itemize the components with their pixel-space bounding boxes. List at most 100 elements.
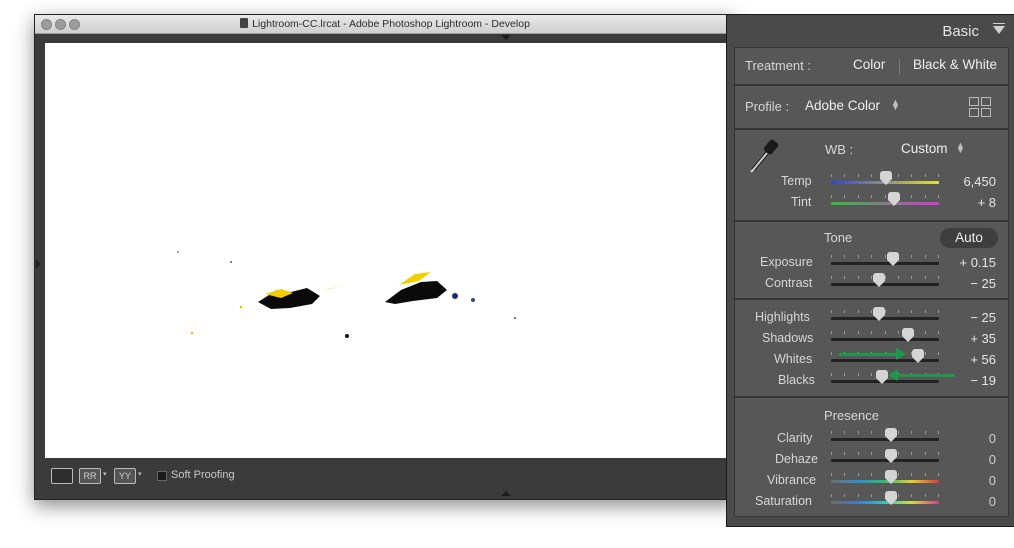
left-panel-toggle-icon[interactable]	[36, 259, 41, 269]
blacks-tick	[858, 373, 859, 376]
treatment-label: Treatment :	[745, 58, 811, 73]
exposure-tick	[938, 255, 939, 258]
window-title: Lightroom-CC.lrcat - Adobe Photoshop Lig…	[35, 15, 735, 33]
whites-tick	[938, 352, 939, 355]
photo-canvas[interactable]	[45, 43, 735, 458]
contrast-tick	[871, 276, 872, 279]
clarity-tick	[844, 431, 845, 434]
shadow-clipping-blobs	[177, 251, 516, 338]
blacks-tick	[871, 373, 872, 376]
profile-dropdown-arrows-icon[interactable]: ▲ ▼	[891, 98, 900, 112]
shadows-tick	[871, 331, 872, 334]
tint-tick	[844, 195, 845, 198]
temp-tick	[938, 174, 939, 177]
top-panel-toggle-icon[interactable]	[501, 35, 511, 40]
tint-tick	[938, 195, 939, 198]
tone-range-section: Highlights − 25 Shadows + 35 Whites + 56…	[734, 299, 1009, 397]
auto-tone-button[interactable]: Auto	[940, 228, 998, 248]
dehaze-tick	[871, 452, 872, 455]
exposure-tick	[871, 255, 872, 258]
exposure-tick	[885, 255, 886, 258]
wb-dropdown-arrows-icon[interactable]: ▲ ▼	[956, 141, 965, 155]
dehaze-slider[interactable]	[831, 449, 939, 463]
blacks-label: Blacks	[778, 373, 815, 387]
contrast-tick	[911, 276, 912, 279]
shadows-value[interactable]: + 35	[970, 331, 996, 346]
highlights-tick	[858, 310, 859, 313]
shadows-tick	[831, 331, 832, 334]
contrast-slider[interactable]	[831, 273, 939, 287]
temp-tick	[871, 174, 872, 177]
exposure-slider[interactable]	[831, 252, 939, 266]
title-bar[interactable]: Lightroom-CC.lrcat - Adobe Photoshop Lig…	[35, 15, 735, 34]
vibrance-label: Vibrance	[767, 473, 817, 487]
yy-view-button[interactable]: YY	[114, 468, 136, 484]
tint-tick	[871, 195, 872, 198]
vibrance-tick	[911, 473, 912, 476]
loupe-view-button[interactable]	[51, 468, 73, 484]
profile-browser-grid-icon[interactable]	[969, 97, 991, 117]
clarity-label: Clarity	[777, 431, 813, 445]
panel-title: Basic	[942, 23, 979, 40]
shadows-tick	[925, 331, 926, 334]
dehaze-label: Dehaze	[775, 452, 819, 466]
whites-value[interactable]: + 56	[970, 352, 996, 367]
tone-label: Tone	[824, 230, 853, 245]
yy-dropdown-icon[interactable]: ▾	[138, 470, 142, 478]
exposure-tick	[831, 255, 832, 258]
saturation-slider[interactable]	[831, 491, 939, 505]
dehaze-tick	[925, 452, 926, 455]
highlights-slider[interactable]	[831, 307, 939, 321]
basic-panel-header[interactable]: Basic	[727, 15, 1014, 47]
treatment-section: Treatment : Color Black & White	[734, 47, 1009, 85]
wb-eyedropper-icon[interactable]	[743, 136, 783, 176]
highlights-value[interactable]: − 25	[970, 310, 996, 325]
temp-tick	[925, 174, 926, 177]
saturation-tick	[911, 494, 912, 497]
exposure-value[interactable]: + 0.15	[959, 255, 996, 270]
tint-label: Tint	[791, 195, 812, 209]
treatment-color-option[interactable]: Color	[853, 57, 885, 72]
treatment-bw-option[interactable]: Black & White	[913, 57, 997, 72]
clarity-slider[interactable]	[831, 428, 939, 442]
saturation-tick	[938, 494, 939, 497]
vibrance-slider[interactable]	[831, 470, 939, 484]
collapse-panel-icon[interactable]	[993, 23, 1005, 34]
bottom-panel-toggle-icon[interactable]	[501, 491, 511, 496]
temp-tick	[831, 174, 832, 177]
profile-dropdown[interactable]: Adobe Color	[805, 98, 880, 113]
temp-value[interactable]: 6,450	[963, 174, 996, 189]
tint-tick	[925, 195, 926, 198]
contrast-value[interactable]: − 25	[970, 276, 996, 291]
vibrance-value[interactable]: 0	[989, 473, 996, 488]
clarity-tick	[898, 431, 899, 434]
saturation-tick	[925, 494, 926, 497]
saturation-tick	[858, 494, 859, 497]
vibrance-tick	[925, 473, 926, 476]
vibrance-tick	[938, 473, 939, 476]
dehaze-tick	[938, 452, 939, 455]
tint-slider[interactable]	[831, 192, 939, 206]
tint-value[interactable]: + 8	[978, 195, 996, 210]
shadows-slider[interactable]	[831, 328, 939, 342]
blacks-value[interactable]: − 19	[970, 373, 996, 388]
before-after-dropdown-icon[interactable]: ▾	[103, 470, 107, 478]
saturation-value[interactable]: 0	[989, 494, 996, 509]
document-icon	[240, 18, 249, 28]
dehaze-value[interactable]: 0	[989, 452, 996, 467]
wb-dropdown[interactable]: Custom	[901, 141, 948, 156]
saturation-tick	[871, 494, 872, 497]
clarity-value[interactable]: 0	[989, 431, 996, 446]
soft-proofing-checkbox[interactable]	[157, 471, 167, 481]
bottom-toolbar: RR ▾ YY ▾ Soft Proofing	[35, 460, 735, 490]
saturation-tick	[898, 494, 899, 497]
highlights-tick	[938, 310, 939, 313]
green-arrow-right-icon	[839, 348, 906, 360]
whites-slider[interactable]	[831, 349, 939, 363]
blacks-slider[interactable]	[831, 370, 939, 384]
before-after-view-button[interactable]: RR	[79, 468, 101, 484]
temp-slider[interactable]	[831, 171, 939, 185]
clipping-preview-image	[177, 251, 516, 338]
saturation-tick	[831, 494, 832, 497]
contrast-tick	[858, 276, 859, 279]
